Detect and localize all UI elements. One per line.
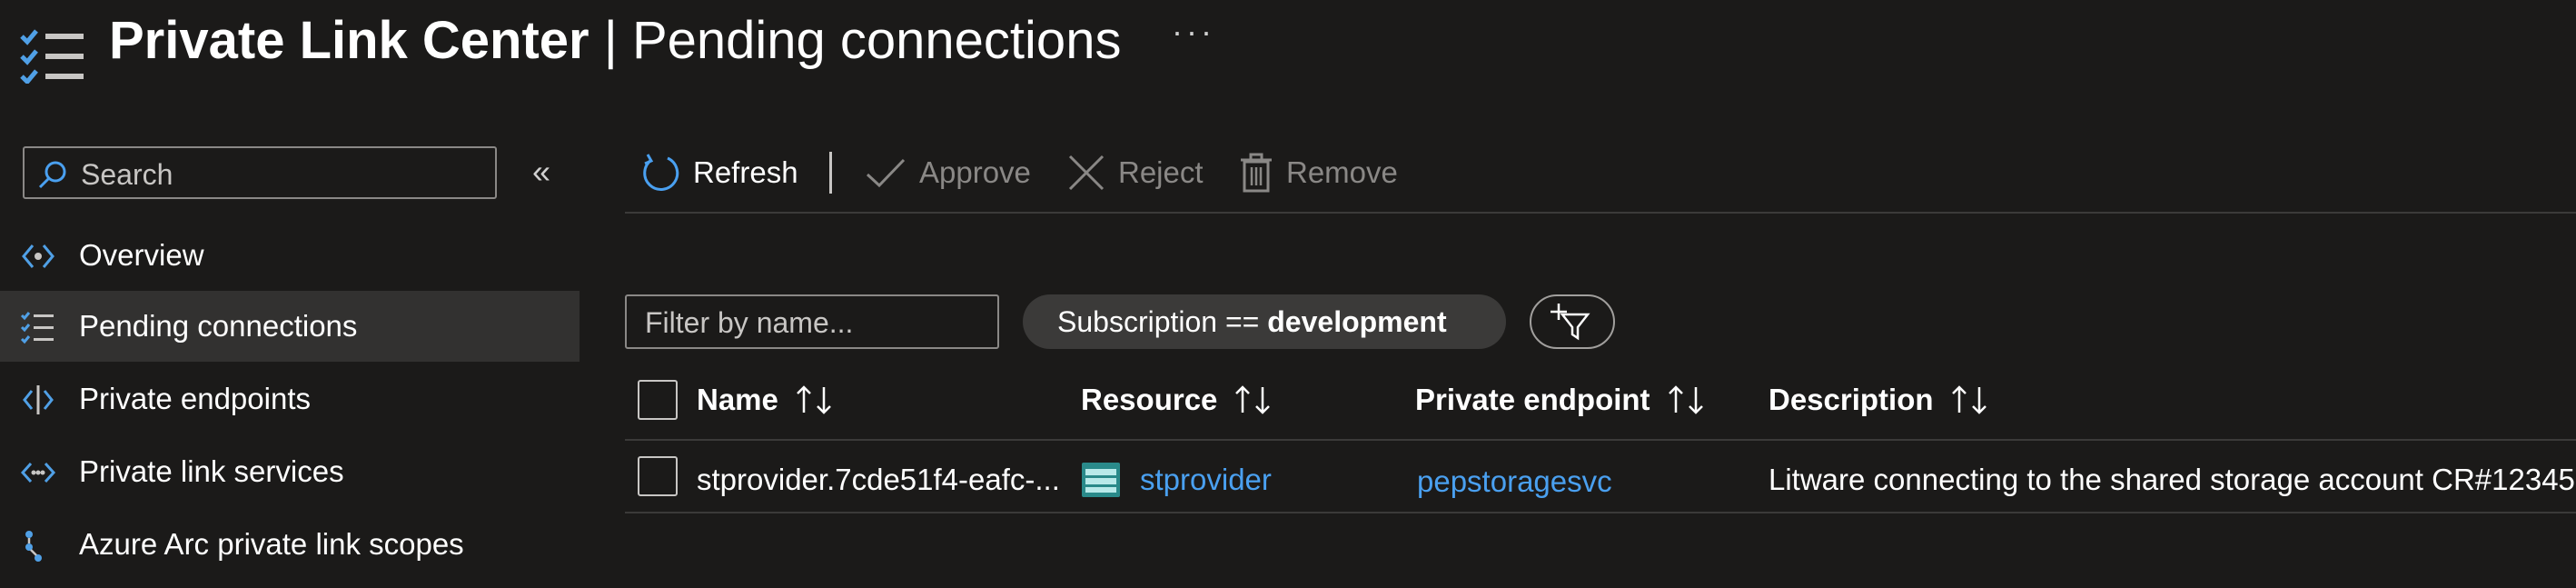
checkmark-icon bbox=[866, 158, 906, 188]
sidebar-item-private-link-services[interactable]: Private link services bbox=[0, 436, 580, 507]
row-checkbox[interactable] bbox=[638, 456, 678, 496]
table-cell-description: Litware connecting to the shared storage… bbox=[1769, 463, 2575, 496]
page-title-sub: Pending connections bbox=[631, 11, 1122, 70]
filter-by-name-box[interactable] bbox=[625, 294, 999, 349]
sort-icon[interactable] bbox=[1950, 384, 1990, 416]
page-title-separator: | bbox=[589, 11, 632, 70]
table-header-divider bbox=[625, 439, 2576, 441]
checklist-icon bbox=[20, 312, 54, 344]
sort-icon[interactable] bbox=[1667, 384, 1707, 416]
add-filter-button[interactable] bbox=[1530, 294, 1615, 349]
remove-button[interactable]: Remove bbox=[1239, 145, 1398, 200]
refresh-label: Refresh bbox=[693, 155, 798, 189]
sidebar-item-label: Pending connections bbox=[79, 309, 358, 343]
trash-icon bbox=[1241, 153, 1272, 193]
column-header-resource[interactable]: Resource bbox=[1081, 380, 1273, 420]
sort-icon[interactable] bbox=[795, 384, 835, 416]
more-actions-button[interactable]: ··· bbox=[1172, 13, 1215, 51]
reject-label: Reject bbox=[1118, 155, 1204, 189]
sidebar-item-azure-arc-private-link-scopes[interactable]: Azure Arc private link scopes bbox=[0, 509, 580, 580]
column-header-private-endpoint[interactable]: Private endpoint bbox=[1415, 380, 1707, 420]
approve-label: Approve bbox=[919, 155, 1031, 189]
private-endpoint-link[interactable]: pepstoragesvc bbox=[1417, 462, 1612, 502]
resource-link[interactable]: stprovider bbox=[1140, 460, 1272, 500]
remove-label: Remove bbox=[1286, 155, 1398, 189]
filter-by-name-input[interactable] bbox=[643, 304, 992, 342]
add-filter-icon bbox=[1551, 304, 1590, 341]
table-cell-name: stprovider.7cde51f4-eafc-... bbox=[697, 463, 1060, 496]
refresh-button[interactable]: Refresh bbox=[640, 145, 798, 200]
arc-scope-icon bbox=[25, 531, 42, 562]
page-title-main: Private Link Center bbox=[109, 11, 590, 70]
sidebar-item-label: Private endpoints bbox=[79, 382, 311, 415]
search-icon bbox=[38, 161, 66, 189]
checklist-icon bbox=[20, 29, 84, 84]
column-header-name[interactable]: Name bbox=[697, 380, 835, 420]
table-row-divider bbox=[625, 512, 2576, 513]
sidebar-search-box[interactable] bbox=[23, 146, 497, 199]
sidebar-item-private-endpoints[interactable]: Private endpoints bbox=[0, 364, 580, 434]
toolbar-divider bbox=[625, 212, 2576, 214]
overview-icon bbox=[22, 244, 54, 268]
approve-button[interactable]: Approve bbox=[865, 145, 1031, 200]
subscription-filter-pill[interactable]: Subscription == development bbox=[1023, 294, 1506, 349]
reject-button[interactable]: Reject bbox=[1067, 145, 1204, 200]
column-header-description[interactable]: Description bbox=[1769, 380, 1990, 420]
select-all-checkbox[interactable] bbox=[638, 380, 678, 420]
sidebar-item-label: Azure Arc private link scopes bbox=[79, 527, 464, 561]
sidebar-search-input[interactable] bbox=[79, 154, 482, 195]
storage-account-icon bbox=[1082, 463, 1120, 497]
sort-icon[interactable] bbox=[1234, 384, 1273, 416]
subscription-filter-prefix: Subscription == bbox=[1057, 305, 1268, 338]
sidebar-item-pending-connections[interactable]: Pending connections bbox=[0, 291, 580, 362]
collapse-sidebar-button[interactable]: « bbox=[532, 153, 550, 191]
refresh-icon bbox=[643, 154, 679, 191]
sidebar-item-label: Overview bbox=[79, 238, 204, 272]
sidebar-item-overview[interactable]: Overview bbox=[0, 220, 580, 291]
sidebar-item-label: Private link services bbox=[79, 454, 344, 488]
private-endpoint-icon bbox=[23, 385, 54, 414]
column-header-label: Description bbox=[1769, 383, 1934, 416]
close-icon bbox=[1068, 154, 1105, 191]
subscription-filter-value: development bbox=[1267, 305, 1447, 338]
column-header-label: Name bbox=[697, 383, 778, 416]
private-link-service-icon bbox=[20, 462, 56, 483]
toolbar-separator bbox=[829, 152, 832, 194]
column-header-label: Resource bbox=[1081, 383, 1218, 416]
page-title: Private Link Center | Pending connection… bbox=[109, 7, 1121, 75]
column-header-label: Private endpoint bbox=[1415, 383, 1650, 416]
